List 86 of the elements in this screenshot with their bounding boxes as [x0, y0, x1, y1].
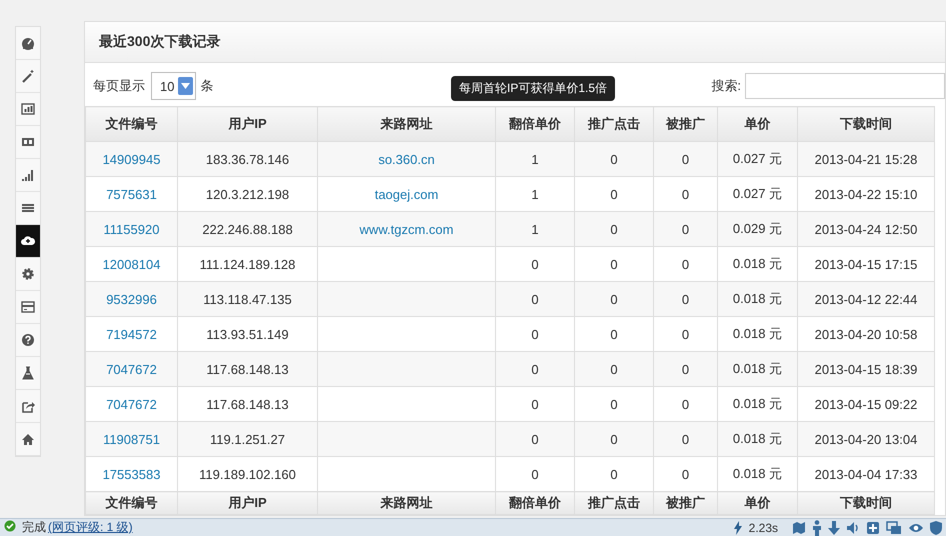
- column-footer: 下载时间: [798, 492, 934, 514]
- table-cell: 0: [496, 422, 574, 456]
- table-cell: 0: [574, 212, 654, 246]
- table-cell: 0.027 元: [718, 142, 798, 176]
- column-footer: 被推广: [654, 492, 718, 514]
- table-cell: 0: [574, 352, 654, 386]
- table-cell: 0: [574, 142, 654, 176]
- table-cell: 1: [496, 212, 574, 246]
- table-cell: 0: [496, 282, 574, 316]
- table-cell: 0: [654, 212, 718, 246]
- table-cell: 2013-04-15 18:39: [798, 352, 934, 386]
- column-header[interactable]: 来路网址: [318, 106, 496, 142]
- table-cell: 0.018 元: [718, 422, 798, 456]
- link-cell[interactable]: 7047672: [86, 352, 178, 386]
- home-icon: [21, 432, 35, 446]
- lightning-icon: [732, 520, 743, 534]
- link-cell[interactable]: 9532996: [86, 282, 178, 316]
- panel-title: 最近300次下载记录: [99, 33, 220, 51]
- share-icon: [21, 399, 35, 413]
- search-field[interactable]: [745, 73, 945, 99]
- load-time: 2.23s: [748, 520, 778, 534]
- sidebar-item[interactable]: [16, 225, 40, 258]
- gear-icon: [21, 267, 35, 281]
- table-cell: 222.246.88.188: [178, 212, 318, 246]
- table-cell: 0: [654, 422, 718, 456]
- rating-link[interactable]: (网页评级: 1 级): [48, 519, 133, 536]
- column-header[interactable]: 被推广: [654, 106, 718, 142]
- column-header[interactable]: 翻倍单价: [496, 106, 574, 142]
- column-header[interactable]: 文件编号: [86, 106, 178, 142]
- tooltip: 每周首轮IP可获得单价1.5倍: [451, 76, 616, 101]
- table-cell: 0: [574, 282, 654, 316]
- map-icon[interactable]: [792, 520, 806, 534]
- signal-icon: [21, 168, 35, 182]
- windows-icon[interactable]: [886, 520, 902, 534]
- column-footer: 文件编号: [86, 492, 178, 514]
- plus-box-icon[interactable]: [866, 520, 880, 534]
- column-footer: 推广点击: [574, 492, 654, 514]
- status-text: 完成: [22, 519, 46, 536]
- table-cell: 0: [654, 142, 718, 176]
- wand-icon: [21, 69, 35, 83]
- page-size-select[interactable]: 10: [151, 72, 196, 100]
- person-icon[interactable]: [812, 520, 822, 536]
- column-header[interactable]: 单价: [718, 106, 798, 142]
- column-footer: 翻倍单价: [496, 492, 574, 514]
- column-header[interactable]: 用户IP: [178, 106, 318, 142]
- table-cell: 2013-04-12 22:44: [798, 282, 934, 316]
- table-cell: 2013-04-20 13:04: [798, 422, 934, 456]
- table-cell: 0.029 元: [718, 212, 798, 246]
- link-cell[interactable]: so.360.cn: [318, 142, 496, 176]
- table-cell: 0: [654, 282, 718, 316]
- speaker-icon[interactable]: [846, 520, 860, 534]
- shield-icon[interactable]: [930, 520, 942, 534]
- link-cell[interactable]: 11908751: [86, 422, 178, 456]
- table-cell: 183.36.78.146: [178, 142, 318, 176]
- page-size-label: 每页显示: [93, 77, 145, 95]
- table-cell: 0: [654, 352, 718, 386]
- table-cell: 119.1.251.27: [178, 422, 318, 456]
- dropdown-icon[interactable]: [178, 77, 194, 95]
- search-label: 搜索:: [711, 77, 741, 95]
- download-arrow-icon[interactable]: [828, 520, 840, 534]
- table-cell: 113.118.47.135: [178, 282, 318, 316]
- card-icon: [21, 300, 35, 314]
- table-cell: 2013-04-24 12:50: [798, 212, 934, 246]
- column-footer: 单价: [718, 492, 798, 514]
- question-icon: [21, 333, 35, 347]
- table-cell: 2013-04-21 15:28: [798, 142, 934, 176]
- table-cell: 0.018 元: [718, 282, 798, 316]
- table-cell: 117.68.148.13: [178, 352, 318, 386]
- link-cell[interactable]: 11155920: [86, 212, 178, 246]
- column-header[interactable]: 下载时间: [798, 106, 934, 142]
- flask-icon: [21, 366, 35, 380]
- dashboard-icon: [21, 36, 35, 50]
- eye-icon[interactable]: [908, 522, 924, 534]
- chart-icon: [21, 102, 35, 116]
- column-footer: 用户IP: [178, 492, 318, 514]
- cloud-icon: [21, 234, 35, 248]
- link-cell[interactable]: 14909945: [86, 142, 178, 176]
- list-icon: [21, 201, 35, 215]
- table-cell: 0: [574, 422, 654, 456]
- table-cell: 0: [496, 352, 574, 386]
- page-size-suffix: 条: [200, 77, 214, 95]
- column-footer: 来路网址: [318, 492, 496, 514]
- link-cell[interactable]: www.tgzcm.com: [318, 212, 496, 246]
- column-header[interactable]: 推广点击: [574, 106, 654, 142]
- table-cell: 1: [496, 142, 574, 176]
- table-cell: 0.018 元: [718, 352, 798, 386]
